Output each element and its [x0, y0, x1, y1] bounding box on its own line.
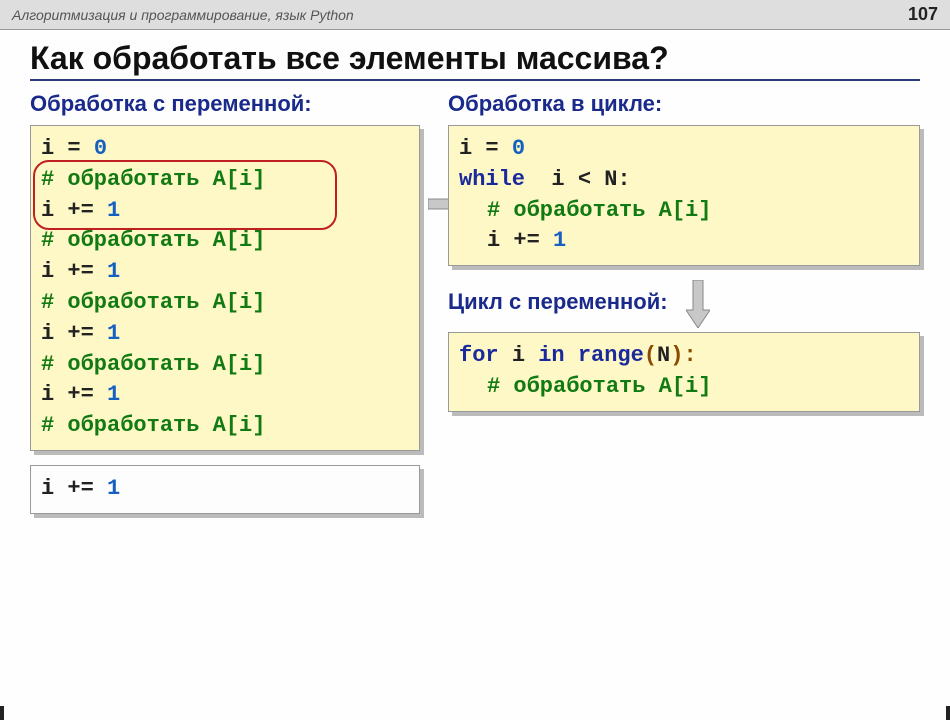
right-heading: Обработка в цикле:	[448, 91, 920, 117]
code-line: # обработать A[i]	[459, 196, 909, 227]
header-bar: Алгоритмизация и программирование, язык …	[0, 0, 950, 30]
code-box-for: for i in range(N): # обработать A[i]	[448, 332, 920, 412]
arrow-down-icon	[686, 280, 710, 328]
slide-title: Как обработать все элементы массива?	[30, 40, 920, 81]
doc-title: Алгоритмизация и программирование, язык …	[12, 7, 354, 23]
code-line: for i in range(N):	[459, 341, 909, 372]
code-line: i += 1	[459, 226, 909, 257]
cycle-heading: Цикл с переменной:	[448, 289, 668, 315]
code-line: i += 1	[41, 380, 409, 411]
code-line: i += 1	[41, 257, 409, 288]
code-line: # обработать A[i]	[41, 350, 409, 381]
slide-body: Как обработать все элементы массива? Обр…	[0, 30, 950, 548]
code-line: # обработать A[i]	[459, 372, 909, 403]
footer-tick-right	[946, 706, 950, 720]
code-line: i = 0	[459, 134, 909, 165]
code-line: # обработать A[i]	[41, 411, 409, 442]
code-line: i += 1	[41, 319, 409, 350]
code-line: i += 1	[41, 196, 409, 227]
footer-tick-left	[0, 706, 4, 720]
page-number: 107	[908, 4, 938, 25]
code-box-while: i = 0 while i < N: # обработать A[i] i +…	[448, 125, 920, 266]
code-box-extra: i += 1	[30, 465, 420, 514]
code-box-variable: i = 0 # обработать A[i] i += 1 # обработ…	[30, 125, 420, 451]
left-heading: Обработка с переменной:	[30, 91, 420, 117]
code-line: while i < N:	[459, 165, 909, 196]
left-column: Обработка с переменной: i = 0 # обработа…	[30, 91, 420, 528]
code-line: # обработать A[i]	[41, 165, 409, 196]
code-line: i += 1	[41, 474, 409, 505]
code-line: # обработать A[i]	[41, 226, 409, 257]
right-column: Обработка в цикле: i = 0 while i < N: # …	[448, 91, 920, 528]
code-line: # обработать A[i]	[41, 288, 409, 319]
code-line: i = 0	[41, 134, 409, 165]
